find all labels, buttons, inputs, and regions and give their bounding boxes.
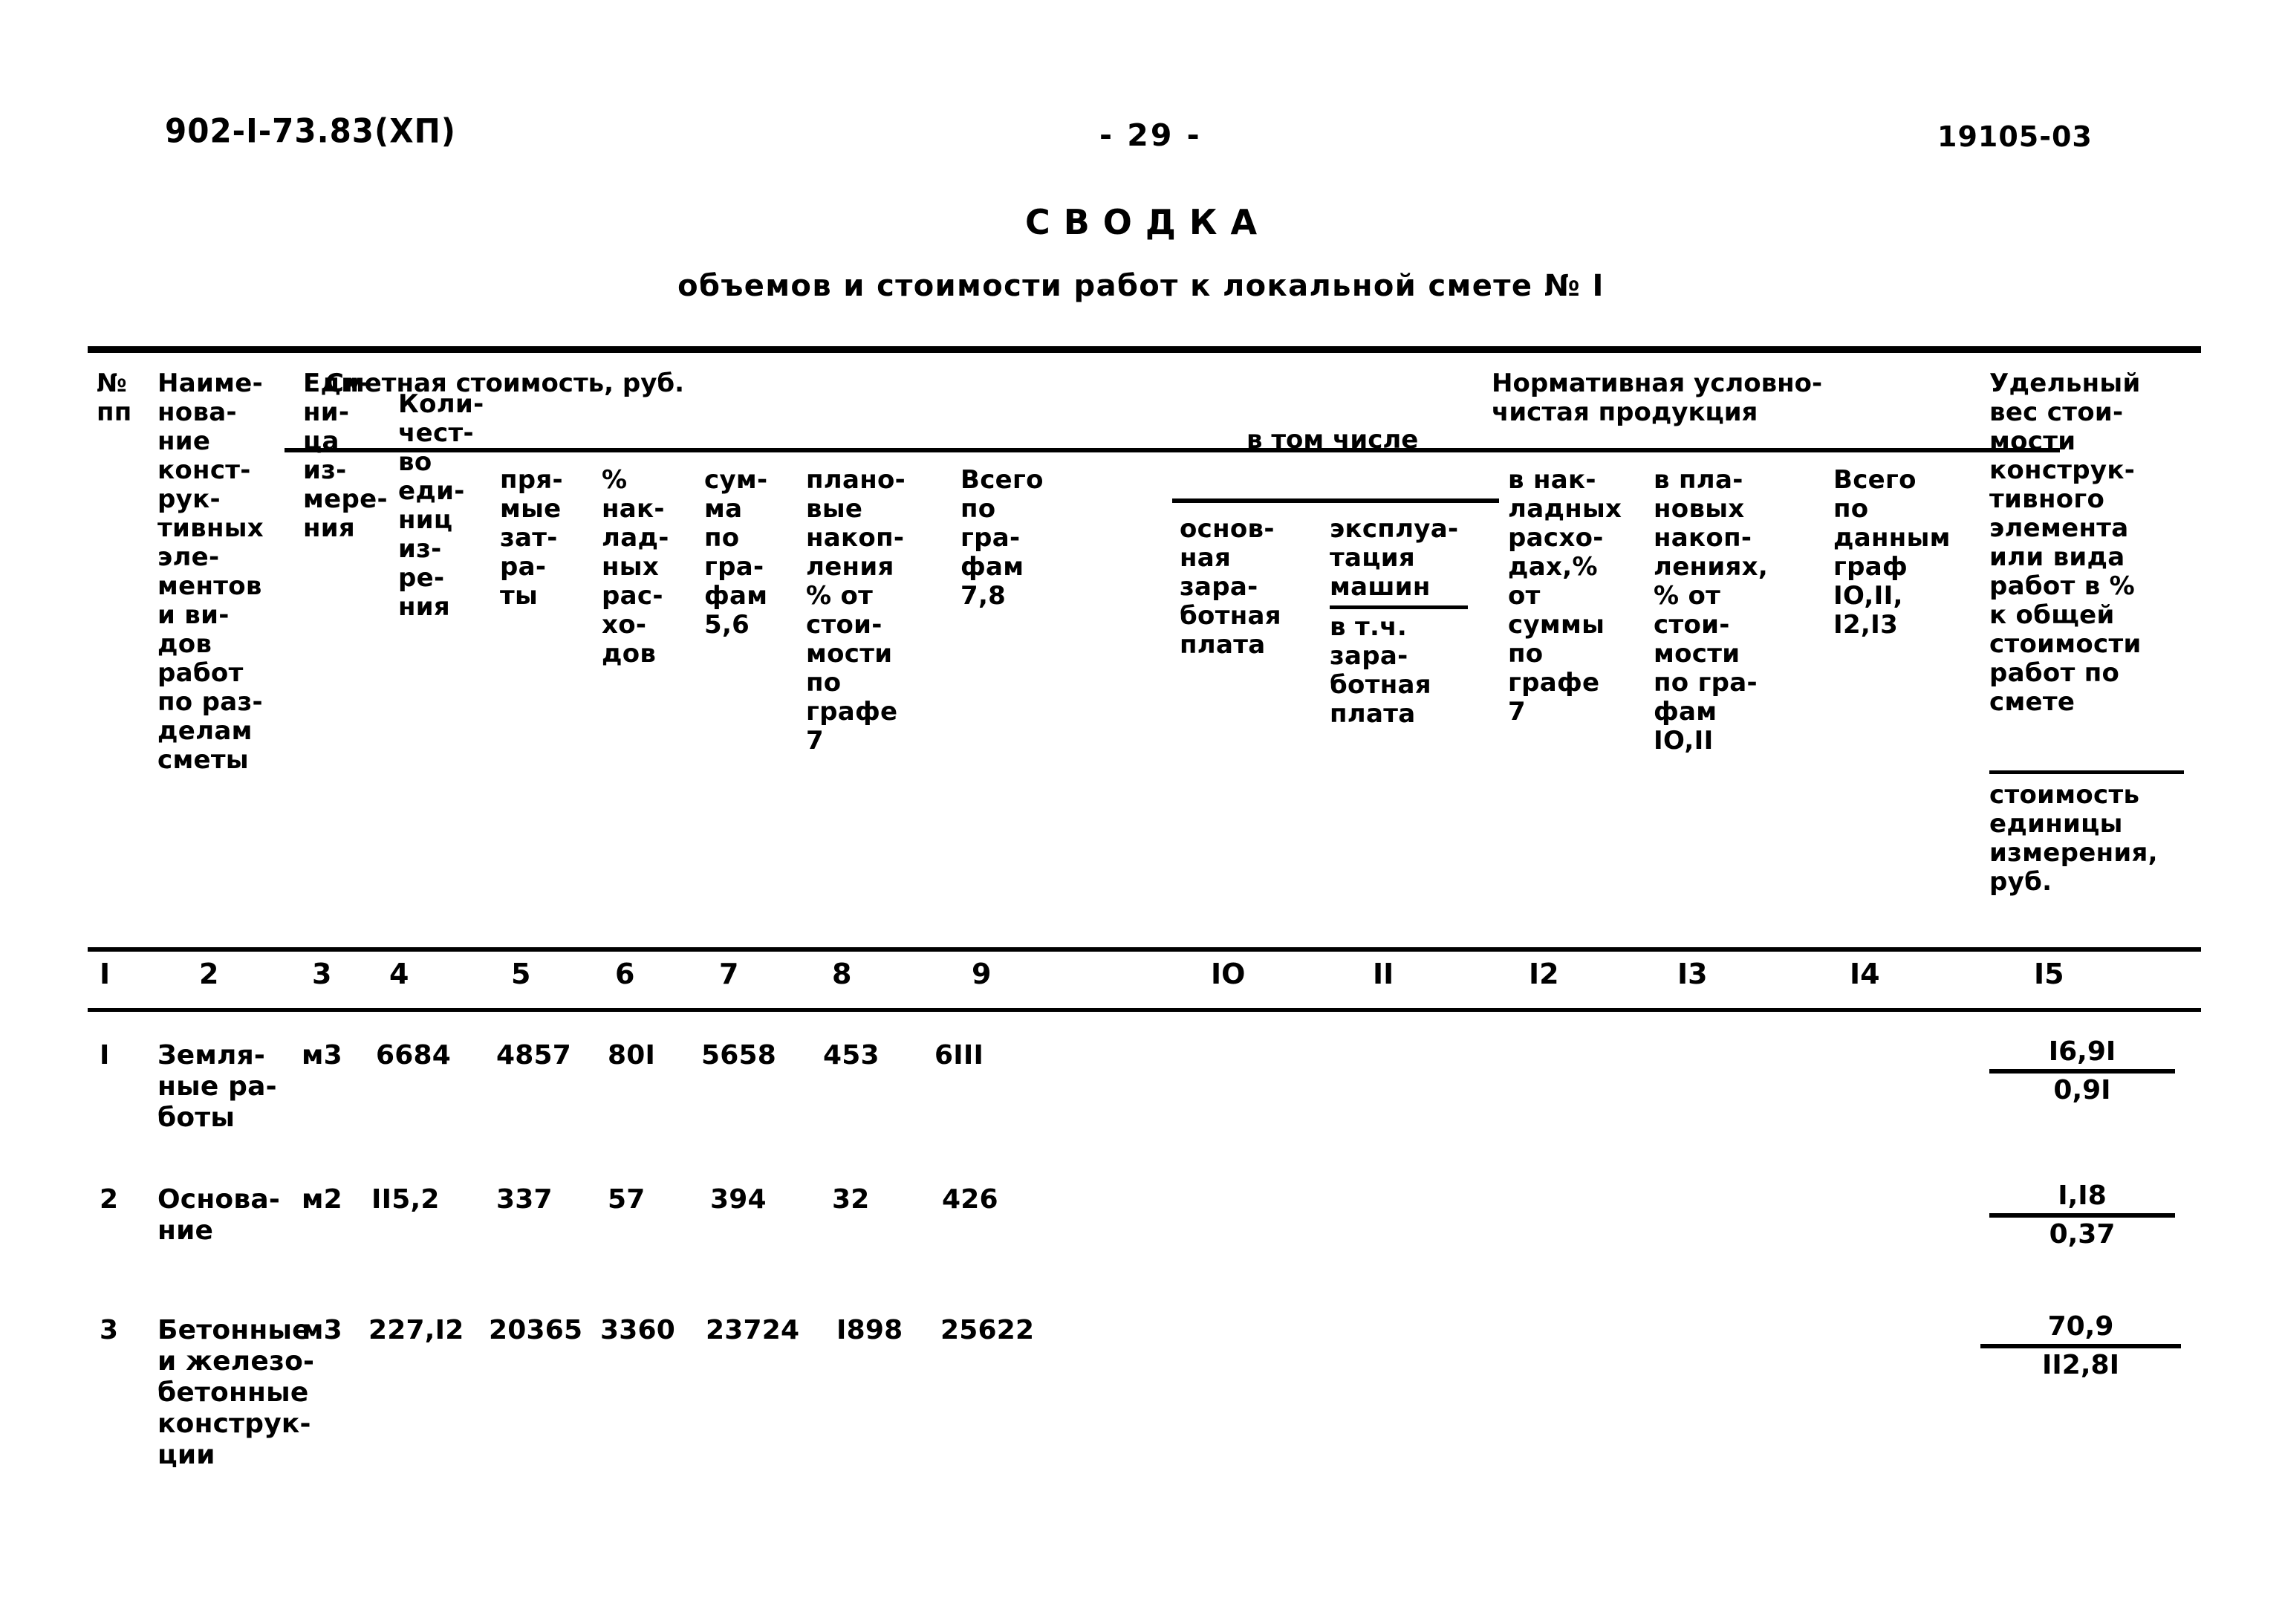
- col-header-9-total: Всего по гра- фам 7,8: [960, 465, 1044, 611]
- table-row: Земля- ные ра- боты: [157, 1040, 277, 1133]
- group-rule-normativnaya: [1499, 448, 2060, 452]
- col-num-5: 5: [511, 958, 531, 990]
- page-subtitle: объемов и стоимости работ к локальной см…: [677, 269, 1605, 303]
- column-number-row: I 2 3 4 5 6 7 8 9 IO II I2 I3 I4 I5: [88, 952, 2201, 1008]
- table-row-share-1: I6,9I 0,9I: [1989, 1036, 2175, 1107]
- col-num-8: 8: [832, 958, 852, 990]
- col-header-5-direct: пря- мые зат- ра- ты: [500, 465, 563, 611]
- table-row: Основа- ние: [157, 1184, 280, 1246]
- col-num-1: I: [100, 958, 111, 990]
- col-header-12-in-overhead: в нак- ладных расхо- дах,% от суммы по г…: [1508, 465, 1622, 727]
- table-row: II5,2: [371, 1184, 440, 1215]
- col-num-4: 4: [389, 958, 409, 990]
- col-num-9: 9: [972, 958, 992, 990]
- col-num-3: 3: [312, 958, 332, 990]
- col-header-3-unit: Еди- ни- ца из- мере- ния: [303, 368, 388, 543]
- col-num-11: II: [1373, 958, 1394, 990]
- fraction-bar: [1989, 1213, 2175, 1218]
- page-number: - 29 -: [1099, 117, 1202, 153]
- table-row-share-3: 70,9 II2,8I: [1980, 1310, 2181, 1382]
- col-header-11-machines: эксплуа- тация машин: [1330, 514, 1459, 602]
- col-header-15-unit-cost: стоимость единицы измерения, руб.: [1989, 780, 2158, 897]
- group-rule-v-tom-chisle: [1172, 498, 1499, 503]
- table-top-border: [88, 346, 2201, 353]
- unit-cost: II2,8I: [2042, 1350, 2119, 1380]
- col-header-11-underline: [1330, 605, 1468, 609]
- share-percent: I,I8: [2058, 1180, 2107, 1211]
- col-header-15-divider: [1989, 770, 2184, 774]
- table-row: 57: [608, 1184, 646, 1215]
- table-row: 2: [100, 1184, 119, 1215]
- page-title: СВОДКА: [1024, 202, 1271, 242]
- col-num-10: IO: [1211, 958, 1246, 990]
- document-page: 902-I-73.83(ХП) - 29 - 19105-03 СВОДКА о…: [0, 0, 2282, 1624]
- unit-cost: 0,9I: [2053, 1075, 2111, 1105]
- share-percent: 70,9: [2047, 1311, 2114, 1342]
- col-header-8-planned: плано- вые накоп- ления % от стои- мости…: [806, 465, 906, 756]
- table-row: 6III: [934, 1040, 984, 1071]
- table-row: I898: [836, 1315, 903, 1345]
- table-body: I Земля- ные ра- боты м3 6684 4857 80I 5…: [88, 1012, 2201, 1470]
- share-percent: I6,9I: [2048, 1036, 2116, 1067]
- col-num-12: I2: [1529, 958, 1559, 990]
- table-row: 6684: [376, 1040, 451, 1071]
- table-row: 5658: [701, 1040, 776, 1071]
- table-row: м3: [302, 1040, 342, 1071]
- table-row: 4857: [496, 1040, 571, 1071]
- table-row: 25622: [940, 1315, 1035, 1345]
- table-row: Бетонные и железо- бетонные конструк- ци…: [157, 1315, 315, 1470]
- unit-cost: 0,37: [2049, 1219, 2116, 1250]
- table-row: 453: [823, 1040, 880, 1071]
- col-num-14: I4: [1850, 958, 1880, 990]
- col-num-2: 2: [199, 958, 219, 990]
- table-row: 337: [496, 1184, 553, 1215]
- stamp-code: 19105-03: [1937, 120, 2093, 153]
- col-num-15: I5: [2034, 958, 2064, 990]
- document-code: 902-I-73.83(ХП): [165, 111, 456, 150]
- fraction-bar: [1980, 1344, 2181, 1348]
- table-row: 3360: [600, 1315, 675, 1345]
- col-header-2-name: Наиме- нова- ние конст- рук- тивных эле-…: [157, 368, 264, 775]
- table-row: I: [100, 1040, 110, 1071]
- table-row: 80I: [608, 1040, 656, 1071]
- col-num-7: 7: [719, 958, 739, 990]
- page-header: 902-I-73.83(ХП) - 29 - 19105-03: [0, 111, 2282, 163]
- col-header-6-overhead: % нак- лад- ных рас- хо- дов: [602, 465, 669, 669]
- table-row: 32: [832, 1184, 870, 1215]
- fraction-bar: [1989, 1069, 2175, 1074]
- col-header-15-share: Удельный вес стои- мости конструк- тивно…: [1989, 368, 2142, 717]
- group-rule-upper-vtch: [1172, 448, 1499, 452]
- table-row: 3: [100, 1315, 119, 1345]
- col-header-7-sum: сум- ма по гра- фам 5,6: [704, 465, 768, 640]
- table-header: Сметная стоимость, руб. в том числе Норм…: [88, 353, 2201, 947]
- table-row: 23724: [706, 1315, 800, 1345]
- col-header-14-total: Всего по данным граф IO,II, I2,I3: [1833, 465, 1951, 640]
- col-num-13: I3: [1677, 958, 1708, 990]
- table-row-share-2: I,I8 0,37: [1989, 1180, 2175, 1251]
- col-header-13-in-planned: в пла- новых накоп- лениях, % от стои- м…: [1654, 465, 1769, 756]
- col-header-1-no-pp: № пп: [97, 368, 132, 427]
- col-header-10-basic-wage: основ- ная зара- ботная плата: [1180, 514, 1281, 660]
- col-header-4-quantity: Коли- чест- во еди- ниц из- ре- ния: [398, 389, 484, 622]
- col-header-11-machines-wage: в т.ч. зара- ботная плата: [1330, 612, 1431, 729]
- col-num-6: 6: [615, 958, 635, 990]
- table-row: 426: [942, 1184, 998, 1215]
- table-row: 394: [710, 1184, 767, 1215]
- summary-table: Сметная стоимость, руб. в том числе Норм…: [88, 346, 2201, 1470]
